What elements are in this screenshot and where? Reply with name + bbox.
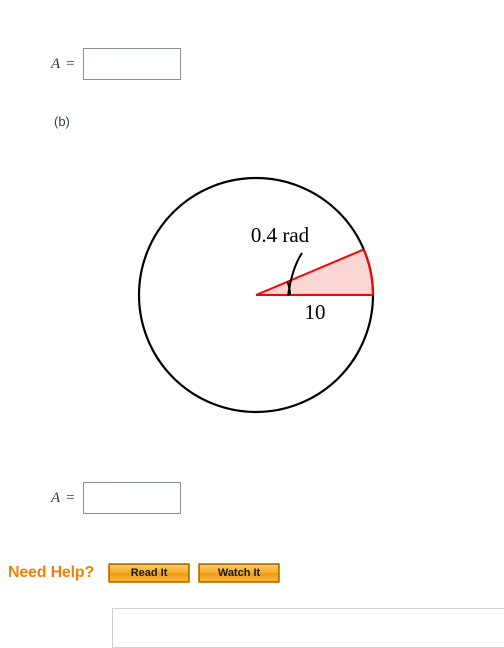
equals-sign-a: = bbox=[66, 55, 75, 72]
watch-it-label: Watch It bbox=[217, 566, 261, 579]
circle-sector-figure: 0.4 rad 10 bbox=[130, 168, 386, 424]
angle-label: 0.4 rad bbox=[251, 223, 310, 247]
read-it-button[interactable]: Read It bbox=[108, 563, 191, 583]
read-it-button-inner: Read It bbox=[109, 564, 190, 582]
need-help-bar: Need Help? Read It Watch It bbox=[8, 563, 288, 583]
read-it-label: Read It bbox=[130, 566, 168, 579]
need-help-title: Need Help? bbox=[8, 564, 95, 581]
answer-row-b: A = bbox=[51, 482, 181, 514]
equals-sign-b: = bbox=[66, 489, 75, 506]
answer-input-b[interactable] bbox=[82, 482, 181, 514]
watch-it-button-inner: Watch It bbox=[199, 564, 280, 582]
variable-label-a: A bbox=[51, 55, 61, 72]
part-label-b: (b) bbox=[54, 114, 70, 129]
bottom-panel bbox=[112, 608, 504, 648]
answer-row-a: A = bbox=[51, 48, 181, 80]
watch-it-button[interactable]: Watch It bbox=[198, 563, 281, 583]
answer-input-a[interactable] bbox=[82, 48, 181, 80]
radius-label: 10 bbox=[305, 300, 326, 324]
variable-label-b: A bbox=[51, 489, 61, 506]
